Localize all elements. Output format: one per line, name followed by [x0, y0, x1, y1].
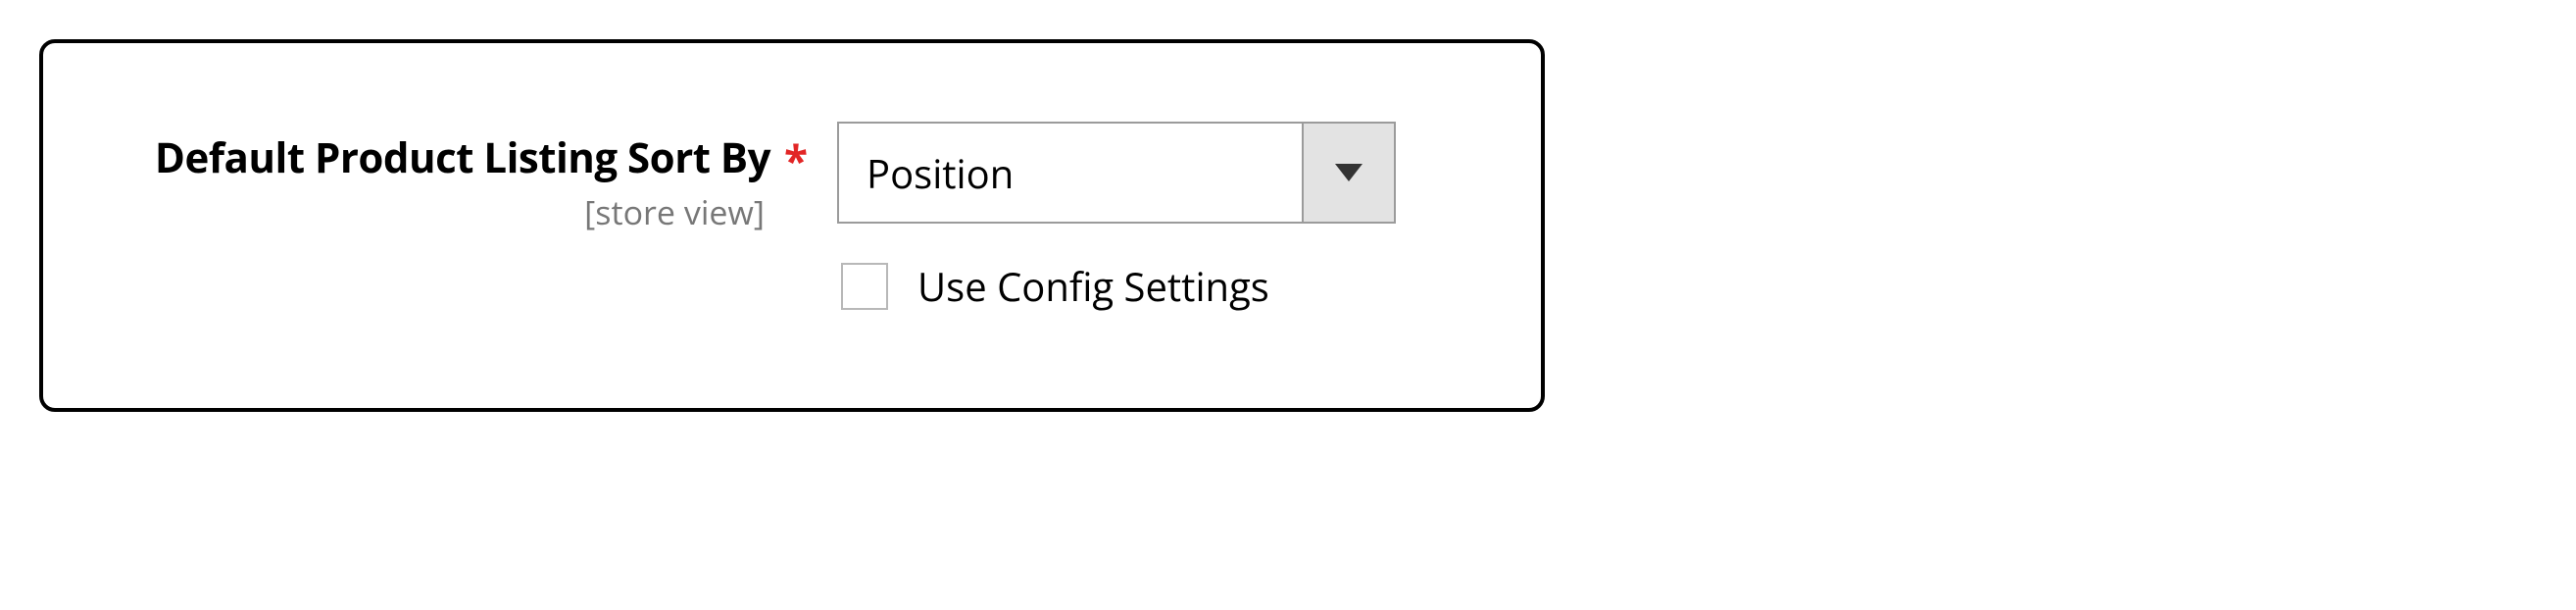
caret-down-icon — [1335, 164, 1362, 181]
select-handle[interactable] — [1302, 124, 1394, 222]
settings-panel: Default Product Listing Sort By * [store… — [39, 39, 1545, 412]
use-config-label: Use Config Settings — [917, 259, 1269, 313]
field-column: Position Use Config Settings — [837, 122, 1425, 313]
select-value: Position — [839, 124, 1302, 222]
required-asterisk: * — [784, 138, 808, 181]
scope-hint: [store view] — [102, 189, 808, 234]
field-row: Default Product Listing Sort By * [store… — [102, 122, 1482, 313]
use-config-checkbox[interactable] — [841, 263, 888, 310]
label-line: Default Product Listing Sort By * — [102, 129, 808, 185]
sort-by-select[interactable]: Position — [837, 122, 1396, 224]
use-config-row: Use Config Settings — [841, 259, 1425, 313]
field-label: Default Product Listing Sort By — [155, 129, 770, 185]
label-column: Default Product Listing Sort By * [store… — [102, 122, 808, 234]
